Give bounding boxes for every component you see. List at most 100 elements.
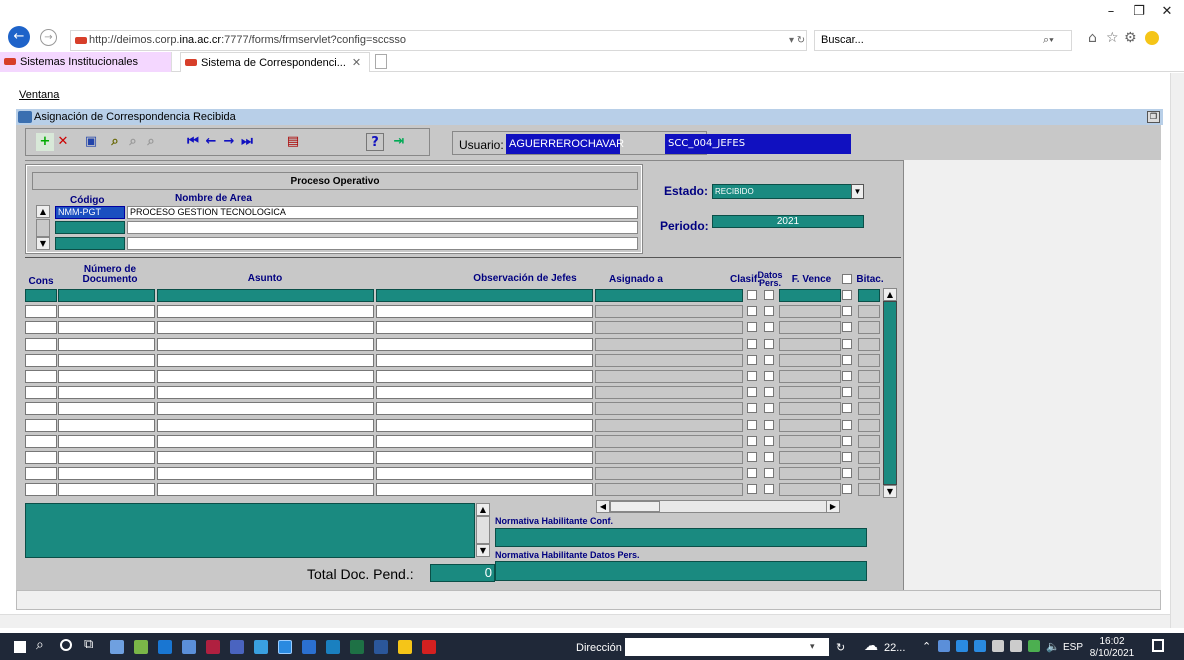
notifications-icon[interactable]: [1152, 639, 1164, 652]
fvence-cell[interactable]: [779, 402, 841, 415]
bitac-cell[interactable]: [858, 386, 880, 399]
asignado-cell[interactable]: [595, 354, 743, 367]
scroll-down-icon[interactable]: ▼: [36, 237, 50, 250]
datos-pers-checkbox[interactable]: [764, 371, 774, 381]
page-hscrollbar[interactable]: [0, 614, 1170, 628]
cons-cell[interactable]: [25, 402, 57, 415]
wifi-app-icon[interactable]: [254, 640, 268, 654]
new-tab-icon[interactable]: [375, 54, 387, 69]
cons-cell[interactable]: [25, 451, 57, 464]
numero-cell[interactable]: [58, 451, 155, 464]
scroll-left-icon[interactable]: ◀: [596, 500, 610, 513]
app-icon[interactable]: [326, 640, 340, 654]
asunto-cell[interactable]: [157, 370, 374, 383]
volume-icon[interactable]: 🔈: [1046, 640, 1060, 653]
outlook-icon[interactable]: [158, 640, 172, 654]
cons-cell[interactable]: [25, 386, 57, 399]
bitac-cell[interactable]: [858, 402, 880, 415]
scroll-up-icon[interactable]: ▲: [883, 288, 897, 301]
fvence-cell[interactable]: [779, 386, 841, 399]
area-field[interactable]: [127, 237, 638, 250]
excel-icon[interactable]: [350, 640, 364, 654]
help-icon[interactable]: ?: [366, 133, 384, 151]
clasif-checkbox[interactable]: [747, 420, 757, 430]
fvence-cell[interactable]: [779, 354, 841, 367]
fvence-cell[interactable]: [779, 321, 841, 334]
direccion-input[interactable]: [625, 638, 829, 656]
cortana-icon[interactable]: [60, 639, 72, 651]
clasif-checkbox[interactable]: [747, 468, 757, 478]
asunto-cell[interactable]: [157, 386, 374, 399]
observacion-cell[interactable]: [376, 354, 593, 367]
execute-query-icon[interactable]: ⌕: [124, 133, 142, 151]
restore-window-button[interactable]: ❐: [1147, 111, 1160, 123]
bitac-checkbox[interactable]: [842, 436, 852, 446]
chrome-icon[interactable]: [302, 640, 316, 654]
fvence-cell[interactable]: [779, 451, 841, 464]
asignado-cell[interactable]: [595, 305, 743, 318]
asignado-cell[interactable]: [595, 386, 743, 399]
bitac-cell[interactable]: [858, 467, 880, 480]
bitac-cell[interactable]: [858, 338, 880, 351]
scroll-up-icon[interactable]: ▲: [476, 503, 490, 516]
insert-record-icon[interactable]: +: [36, 133, 54, 151]
fvence-cell[interactable]: [779, 467, 841, 480]
clock-date[interactable]: 8/10/2021: [1086, 648, 1138, 659]
codigo-field[interactable]: NMM-PGT: [55, 206, 125, 219]
asunto-cell[interactable]: [157, 305, 374, 318]
refresh-icon[interactable]: ▾ ↻: [789, 31, 805, 50]
asunto-cell[interactable]: [157, 338, 374, 351]
search-input[interactable]: Buscar... ⌕▾: [814, 30, 1072, 51]
refresh-icon[interactable]: ↻: [836, 641, 845, 654]
app-icon[interactable]: [182, 640, 196, 654]
cons-cell[interactable]: [25, 338, 57, 351]
weather-icon[interactable]: ☁: [864, 638, 878, 654]
datos-pers-checkbox[interactable]: [764, 322, 774, 332]
codigo-field[interactable]: [55, 221, 125, 234]
select-all-checkbox[interactable]: [842, 274, 852, 284]
cons-cell[interactable]: [25, 370, 57, 383]
clasif-checkbox[interactable]: [747, 290, 757, 300]
observacion-cell[interactable]: [376, 370, 593, 383]
asignado-cell[interactable]: [595, 402, 743, 415]
numero-cell[interactable]: [58, 354, 155, 367]
asunto-cell[interactable]: [157, 289, 374, 302]
fvence-cell[interactable]: [779, 370, 841, 383]
numero-cell[interactable]: [58, 289, 155, 302]
next-record-icon[interactable]: →: [220, 133, 238, 151]
scroll-down-icon[interactable]: ▼: [883, 485, 897, 498]
app-icon[interactable]: [206, 640, 220, 654]
bitac-checkbox[interactable]: [842, 355, 852, 365]
asignado-cell[interactable]: [595, 483, 743, 496]
query-icon[interactable]: ⌕: [106, 133, 124, 151]
datos-pers-checkbox[interactable]: [764, 290, 774, 300]
forward-icon[interactable]: →: [40, 29, 57, 46]
bitac-checkbox[interactable]: [842, 387, 852, 397]
teams-icon[interactable]: [230, 640, 244, 654]
bitac-checkbox[interactable]: [842, 420, 852, 430]
numero-cell[interactable]: [58, 338, 155, 351]
datos-pers-checkbox[interactable]: [764, 355, 774, 365]
area-field[interactable]: PROCESO GESTION TECNOLOGICA: [127, 206, 638, 219]
cons-cell[interactable]: [25, 305, 57, 318]
bitac-checkbox[interactable]: [842, 371, 852, 381]
bitac-cell[interactable]: [858, 451, 880, 464]
observacion-cell[interactable]: [376, 321, 593, 334]
bitac-checkbox[interactable]: [842, 452, 852, 462]
back-icon[interactable]: ←: [8, 26, 30, 48]
bitac-cell[interactable]: [858, 370, 880, 383]
clock-time[interactable]: 16:02: [1092, 636, 1132, 647]
favorites-icon[interactable]: ☆: [1106, 30, 1119, 46]
clasif-checkbox[interactable]: [747, 339, 757, 349]
bitac-cell[interactable]: [858, 289, 880, 302]
tray-chevron-icon[interactable]: ⌃: [922, 640, 931, 653]
scroll-right-icon[interactable]: ▶: [826, 500, 840, 513]
numero-cell[interactable]: [58, 467, 155, 480]
exit-icon[interactable]: ⇥: [390, 133, 408, 151]
fvence-cell[interactable]: [779, 338, 841, 351]
cons-cell[interactable]: [25, 435, 57, 448]
app-icon[interactable]: [110, 640, 124, 654]
datos-pers-checkbox[interactable]: [764, 339, 774, 349]
asignado-cell[interactable]: [595, 338, 743, 351]
chevron-down-icon[interactable]: ▾: [810, 641, 815, 652]
